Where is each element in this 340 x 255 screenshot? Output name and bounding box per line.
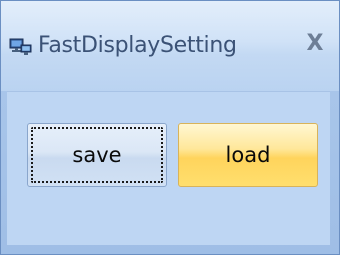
- title-bar[interactable]: FastDisplaySetting X: [1, 1, 339, 91]
- save-button[interactable]: save: [27, 123, 167, 187]
- close-icon: X: [306, 31, 324, 56]
- dialog-body: save load: [7, 91, 330, 245]
- load-button-label: load: [225, 143, 271, 167]
- load-button[interactable]: load: [178, 123, 318, 187]
- close-button[interactable]: X: [301, 31, 329, 57]
- window-title: FastDisplaySetting: [38, 33, 237, 58]
- monitor-network-icon: [9, 37, 33, 57]
- dialog-window: FastDisplaySetting X save load: [0, 0, 340, 255]
- save-button-label: save: [72, 143, 122, 167]
